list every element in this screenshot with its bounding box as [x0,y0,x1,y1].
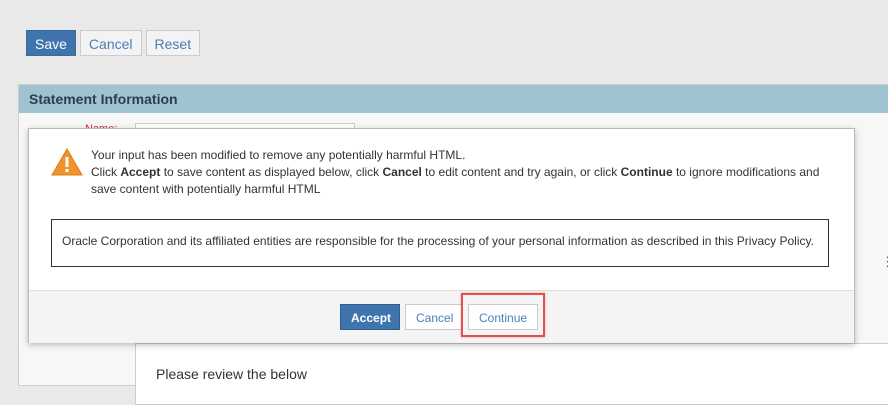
save-button[interactable]: Save [26,30,76,56]
sanitize-warning-dialog: Your input has been modified to remove a… [28,128,855,343]
list-icon[interactable]: ☰ [879,251,888,273]
dialog-footer: Accept Cancel Continue [29,290,854,343]
continue-highlight-box [461,293,545,337]
sanitized-content-preview: Oracle Corporation and its affiliated en… [51,219,829,267]
cancel-button[interactable]: Cancel [79,30,142,56]
accept-button[interactable]: Accept [340,304,400,330]
editor-preview-text: Please review the below [156,366,307,382]
dialog-message: Your input has been modified to remove a… [91,147,831,198]
dialog-cancel-button[interactable]: Cancel [405,304,463,330]
rich-text-editor[interactable]: Please review the below [135,343,888,405]
toolbar: Save Cancel Reset [26,30,201,56]
message-line-1: Your input has been modified to remove a… [91,148,466,162]
message-line-2: Click Accept to save content as displaye… [91,165,820,196]
warning-icon [51,147,83,176]
section-title: Statement Information [19,85,888,113]
reset-button[interactable]: Reset [145,30,201,56]
